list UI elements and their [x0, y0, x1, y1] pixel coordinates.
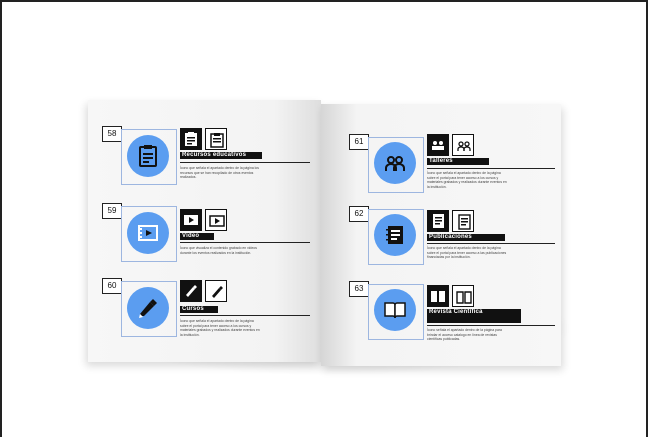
notebook-icon: [427, 210, 449, 232]
open-book: 58 Recursos educativos Ícono que señala …: [68, 100, 584, 372]
video-icon: [205, 209, 227, 231]
divider: [427, 325, 555, 326]
left-page: 58 Recursos educativos Ícono que señala …: [88, 100, 321, 362]
book-icon: [427, 285, 449, 307]
divider: [427, 243, 555, 244]
entry-title: Talleres: [427, 158, 489, 165]
divider: [180, 315, 310, 316]
pen-icon: [205, 280, 227, 302]
entry-description: Ícono señala el apartado dentro de la pá…: [427, 328, 502, 342]
entry-description: Ícono que señala el apartado dentro de l…: [427, 171, 507, 189]
clipboard-icon: [127, 135, 169, 177]
book-icon: [374, 289, 416, 331]
notebook-icon: [374, 214, 416, 256]
divider: [427, 168, 555, 169]
icon-entry-61: 61 Talleres Ícono que señala el apartado…: [321, 104, 561, 194]
pen-icon: [180, 280, 202, 302]
entry-number: 61: [349, 134, 369, 150]
entry-number: 62: [349, 206, 369, 222]
icon-entry-60: 60 Cursos Ícono que señala el apartado d…: [88, 270, 321, 360]
clipboard-icon: [205, 128, 227, 150]
entry-title: Video: [180, 233, 214, 240]
icon-entry-62: 62 Publicaciones Ícono que señala el apa…: [321, 196, 561, 271]
people-icon: [427, 134, 449, 156]
pen-icon: [127, 287, 169, 329]
notebook-icon: [452, 210, 474, 232]
entry-title: Publicaciones: [427, 234, 505, 241]
entry-number: 59: [102, 203, 122, 219]
right-page: 61 Talleres Ícono que señala el apartado…: [321, 104, 561, 366]
entry-number: 63: [349, 281, 369, 297]
entry-number: 58: [102, 126, 122, 142]
icon-entry-63: 63 Revista Científica Ícono señala el ap…: [321, 271, 561, 361]
entry-description: Ícono que señala el apartado dentro de l…: [180, 319, 260, 337]
clipboard-icon: [180, 128, 202, 150]
entry-title: Cursos: [180, 306, 218, 313]
book-icon: [452, 285, 474, 307]
entry-title: Recursos educativos: [180, 152, 262, 159]
icon-entry-58: 58 Recursos educativos Ícono que señala …: [88, 100, 321, 190]
icon-entry-59: 59 Video Ícono que visualiza el contenid…: [88, 195, 321, 265]
divider: [180, 242, 310, 243]
divider: [180, 162, 310, 163]
people-icon: [452, 134, 474, 156]
entry-description: Ícono que visualiza el contenido grabado…: [180, 246, 257, 255]
people-icon: [374, 142, 416, 184]
entry-title: Revista Científica: [427, 309, 521, 323]
entry-description: Ícono que señala el apartado dentro de l…: [427, 246, 507, 260]
entry-description: Ícono que señala el apartado dentro de l…: [180, 166, 259, 180]
video-icon: [180, 209, 202, 231]
video-icon: [127, 212, 169, 254]
entry-number: 60: [102, 278, 122, 294]
